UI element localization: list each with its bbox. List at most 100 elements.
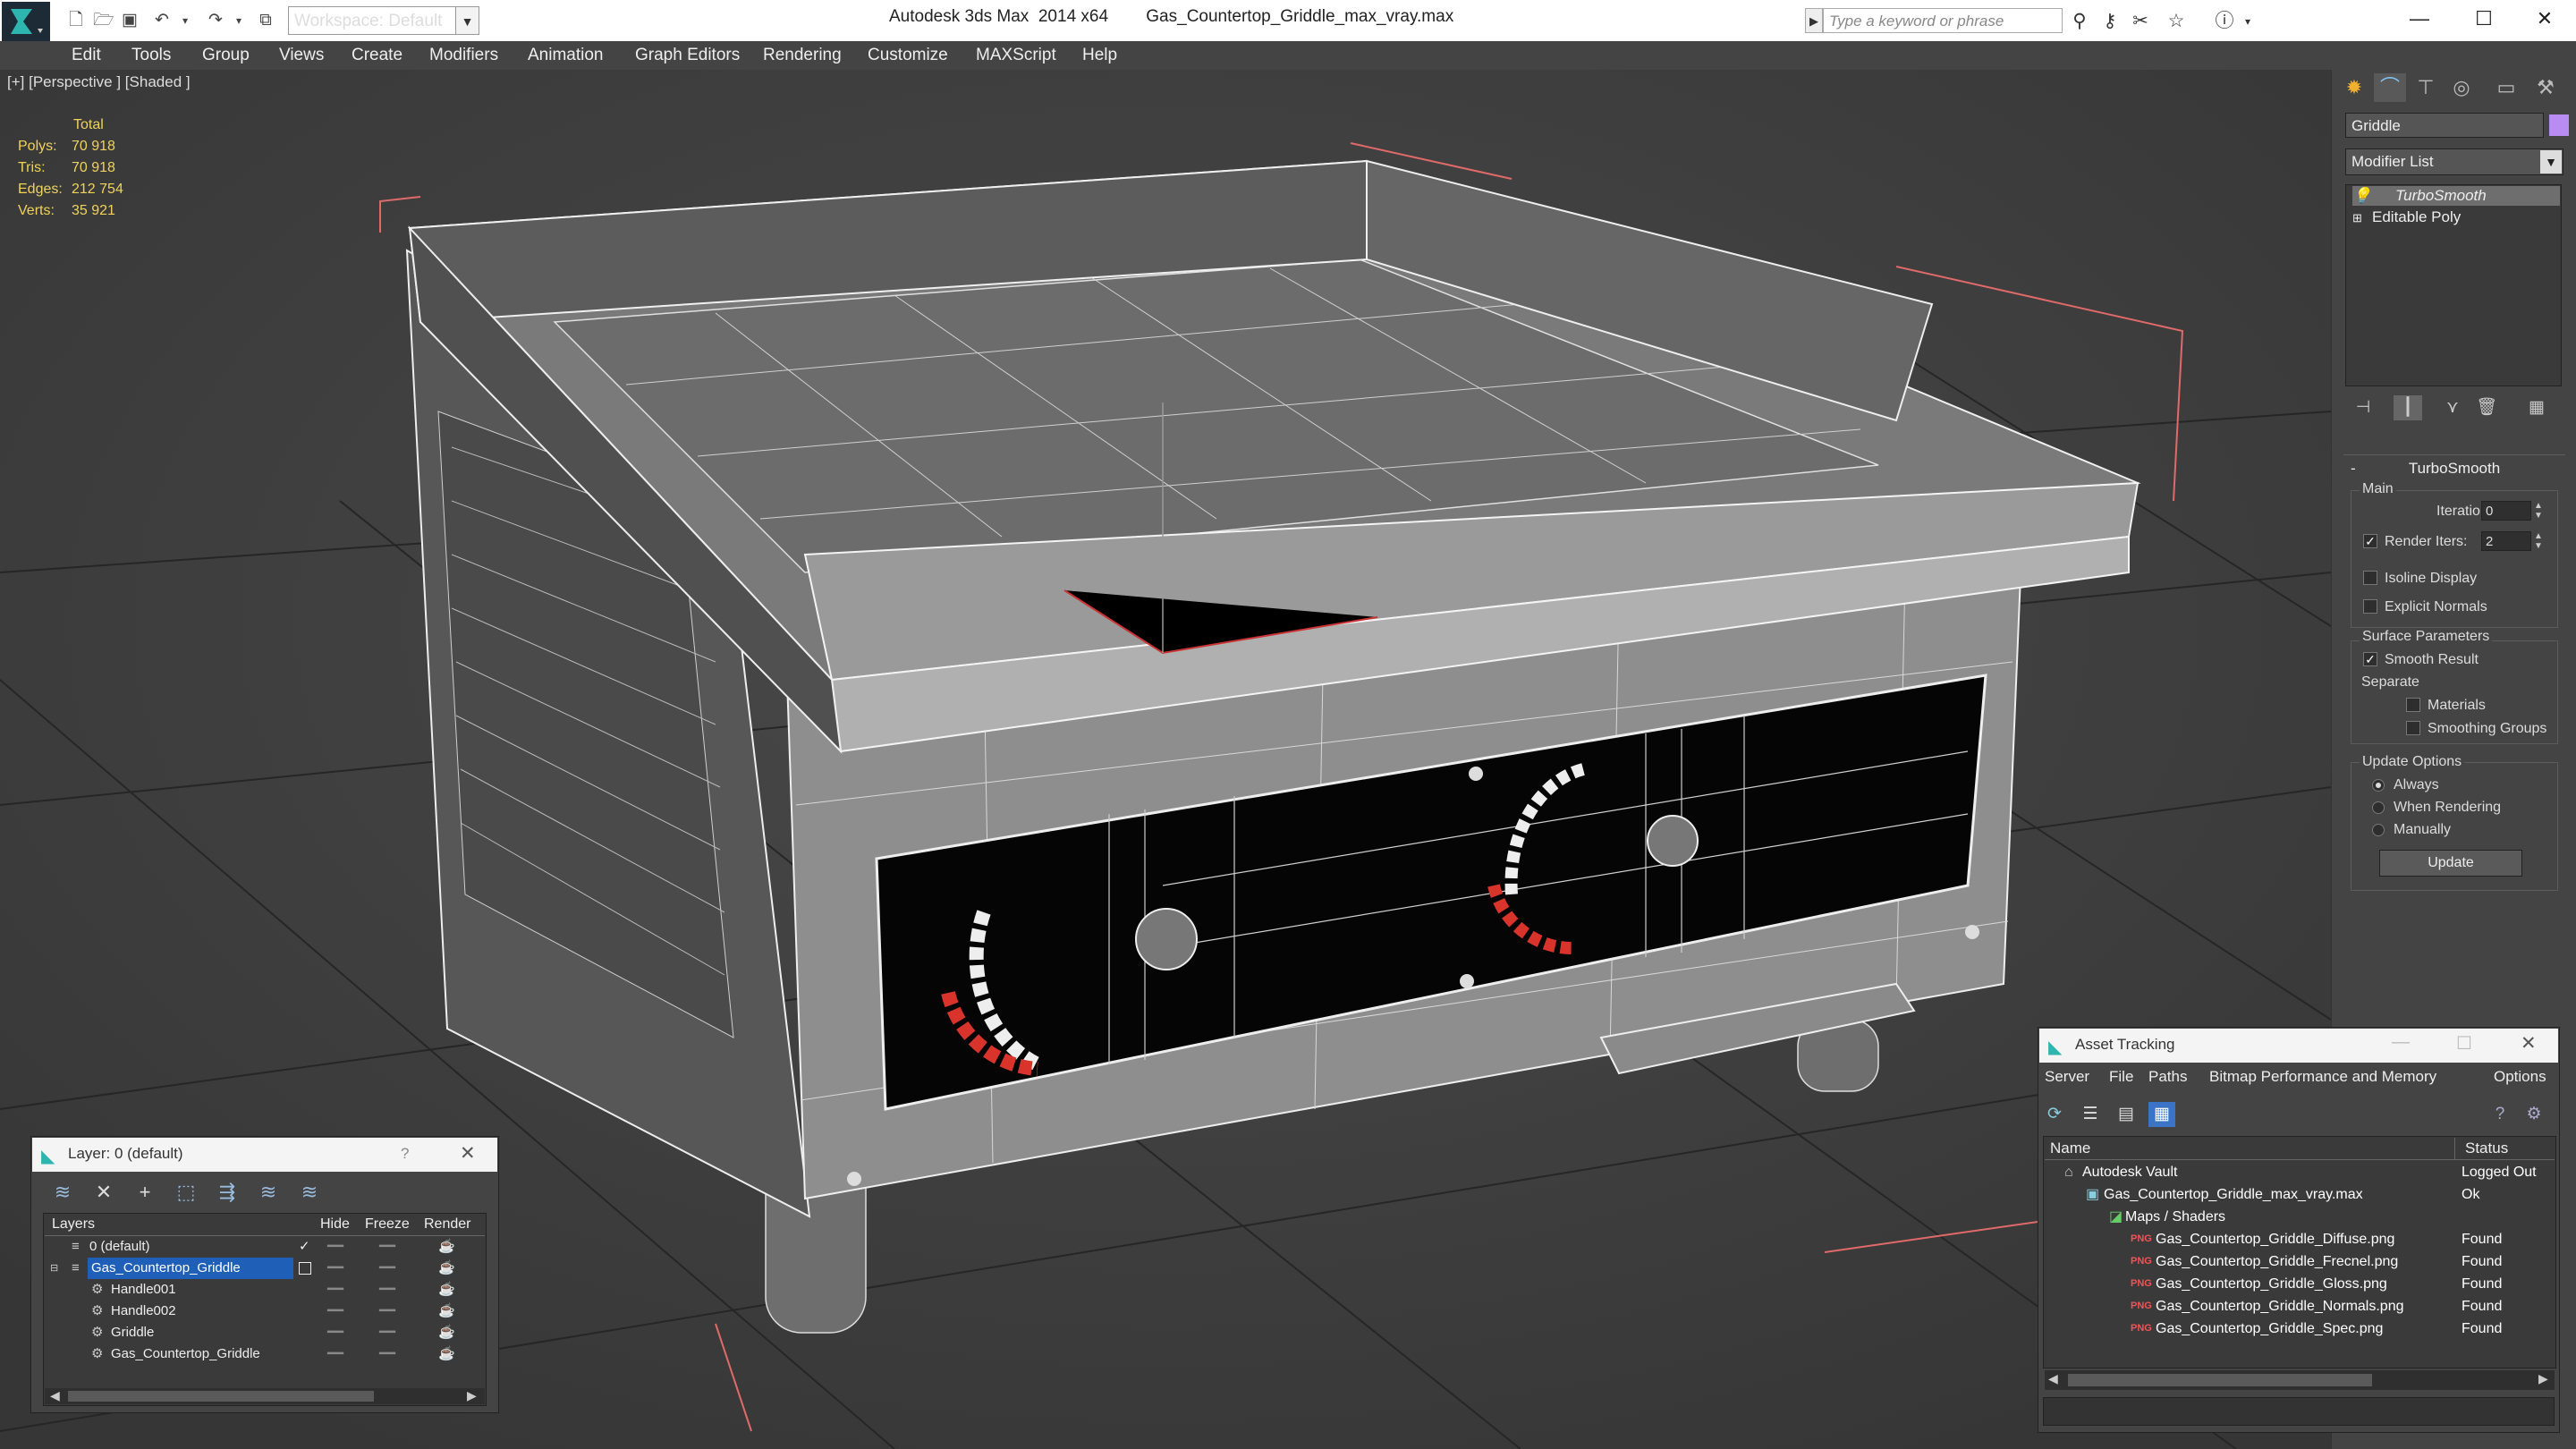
create-tab-icon[interactable]: ✹ <box>2338 73 2370 102</box>
help-dropdown-icon[interactable]: ▾ <box>2236 11 2259 32</box>
menu-edit[interactable]: Edit <box>72 41 101 70</box>
undo-dropdown-icon[interactable]: ▾ <box>175 11 195 30</box>
spinner-arrows-icon[interactable]: ▲ ▼ <box>2533 531 2544 551</box>
display-tab-icon[interactable]: ▭ <box>2490 73 2522 102</box>
asset-row[interactable]: PNG Gas_Countertop_Griddle_Frecnel.png F… <box>2045 1250 2555 1273</box>
help-icon[interactable]: ? <box>401 1145 409 1163</box>
menu-group[interactable]: Group <box>202 41 250 70</box>
column-render[interactable]: Render <box>424 1215 470 1234</box>
render-teapot-icon[interactable]: ☕ <box>438 1236 455 1258</box>
isoline-display-checkbox[interactable] <box>2363 571 2377 585</box>
hierarchy-tab-icon[interactable]: ⊤ <box>2410 73 2442 102</box>
close-icon[interactable]: ✕ <box>460 1142 476 1165</box>
layer-row[interactable]: ⚙ Griddle ━━ ━━ ☕ <box>45 1322 485 1343</box>
pin-stack-icon[interactable]: ⊣ <box>2349 395 2377 420</box>
expand-plus-icon[interactable]: ⊞ <box>2352 208 2365 228</box>
render-teapot-icon[interactable]: ☕ <box>438 1322 455 1343</box>
scrollbar-thumb[interactable] <box>2068 1374 2372 1386</box>
close-icon[interactable]: ✕ <box>2513 0 2576 38</box>
menu-create[interactable]: Create <box>352 41 402 70</box>
render-teapot-icon[interactable]: ☕ <box>438 1301 455 1322</box>
column-layers[interactable]: Layers <box>52 1215 95 1234</box>
key-icon[interactable]: ⚷ <box>2098 11 2122 32</box>
motion-tab-icon[interactable]: ◎ <box>2445 73 2478 102</box>
minimize-icon[interactable]: — <box>2392 1032 2410 1053</box>
menu-animation[interactable]: Animation <box>528 41 604 70</box>
undo-icon[interactable]: ↶ <box>152 11 172 30</box>
asset-row[interactable]: PNG Gas_Countertop_Griddle_Normals.png F… <box>2045 1295 2555 1318</box>
help-icon[interactable]: ⓘ <box>2213 11 2236 32</box>
iterations-spinner[interactable]: 0 <box>2481 501 2531 521</box>
layer-row[interactable]: ⊟ ≡ Gas_Countertop_Griddle ━━ ━━ ☕ <box>45 1258 485 1279</box>
favorites-star-icon[interactable]: ☆ <box>2165 11 2188 32</box>
layer-row[interactable]: ⚙ Handle001 ━━ ━━ ☕ <box>45 1279 485 1301</box>
layer-window-titlebar[interactable]: ◣ Layer: 0 (default) ? ✕ <box>32 1138 497 1172</box>
asset-row[interactable]: PNG Gas_Countertop_Griddle_Spec.png Foun… <box>2045 1318 2555 1340</box>
chevron-down-icon[interactable]: ▼ <box>2540 150 2562 174</box>
settings-icon[interactable]: ⚙ <box>2521 1102 2547 1127</box>
remove-modifier-icon[interactable]: 🗑 <box>2472 395 2501 420</box>
highlight-selected-icon[interactable]: ⇶ <box>213 1179 242 1206</box>
modifier-list-dropdown[interactable]: Modifier List <box>2345 148 2563 175</box>
menu-server[interactable]: Server <box>2045 1068 2089 1086</box>
binoculars-icon[interactable]: ⚲ <box>2068 11 2091 32</box>
explicit-normals-checkbox[interactable] <box>2363 599 2377 614</box>
add-to-layer-icon[interactable]: + <box>131 1179 159 1206</box>
render-iters-spinner[interactable]: 2 <box>2481 531 2531 551</box>
asset-row[interactable]: PNG Gas_Countertop_Griddle_Gloss.png Fou… <box>2045 1273 2555 1295</box>
detail-view-icon[interactable]: ▤ <box>2113 1102 2140 1127</box>
open-file-icon[interactable]: 🗁 <box>93 11 114 30</box>
menu-bitmap-performance[interactable]: Bitmap Performance and Memory <box>2209 1068 2436 1086</box>
utilities-tab-icon[interactable]: ⚒ <box>2529 73 2562 102</box>
layer-row[interactable]: ≡ 0 (default) ✓ ━━ ━━ ☕ <box>45 1236 485 1258</box>
hide-all-icon[interactable]: ≋ <box>254 1179 283 1206</box>
smoothing-groups-checkbox[interactable] <box>2406 721 2420 735</box>
menu-file[interactable]: File <box>2109 1068 2133 1086</box>
select-highlighted-icon[interactable]: ⬚ <box>172 1179 200 1206</box>
column-hide[interactable]: Hide <box>320 1215 350 1234</box>
layer-row[interactable]: ⚙ Gas_Countertop_Griddle ━━ ━━ ☕ <box>45 1343 485 1365</box>
menu-rendering[interactable]: Rendering <box>763 41 842 70</box>
object-name-field[interactable]: Griddle <box>2345 113 2544 138</box>
column-freeze[interactable]: Freeze <box>365 1215 410 1234</box>
configure-sets-icon[interactable]: ▦ <box>2522 395 2551 420</box>
rollout-turbosmooth[interactable]: - TurboSmooth <box>2345 458 2563 479</box>
expand-minus-icon[interactable]: ⊟ <box>50 1258 58 1279</box>
spinner-arrows-icon[interactable]: ▲ ▼ <box>2533 501 2544 521</box>
chevron-down-icon[interactable]: ▼ <box>456 6 479 35</box>
table-view-icon[interactable]: ▦ <box>2148 1102 2175 1127</box>
project-folder-icon[interactable]: ⧉ <box>256 11 275 30</box>
asset-row[interactable]: ◪ Maps / Shaders <box>2045 1206 2555 1228</box>
layer-row[interactable]: ⚙ Handle002 ━━ ━━ ☕ <box>45 1301 485 1322</box>
scroll-right-icon[interactable]: ▶ <box>2538 1371 2548 1386</box>
make-unique-icon[interactable]: ⋎ <box>2438 395 2467 420</box>
delete-layer-icon[interactable]: ✕ <box>89 1179 118 1206</box>
modify-tab-icon[interactable]: ⌒ <box>2374 73 2406 102</box>
scroll-left-icon[interactable]: ◀ <box>50 1388 60 1403</box>
materials-checkbox[interactable] <box>2406 698 2420 712</box>
column-name[interactable]: Name <box>2050 1138 2090 1159</box>
new-file-icon[interactable]: 🗋 <box>66 11 86 30</box>
redo-dropdown-icon[interactable]: ▾ <box>229 11 249 30</box>
freeze-all-icon[interactable]: ≋ <box>295 1179 324 1206</box>
maximize-icon[interactable]: ☐ <box>2456 1032 2472 1055</box>
maximize-icon[interactable]: ☐ <box>2453 0 2515 38</box>
menu-modifiers[interactable]: Modifiers <box>429 41 498 70</box>
refresh-icon[interactable]: ⟳ <box>2041 1102 2068 1127</box>
asset-path-field[interactable] <box>2043 1397 2555 1426</box>
stack-item-turbosmooth[interactable]: 💡 TurboSmooth <box>2352 186 2560 206</box>
column-status[interactable]: Status <box>2465 1138 2508 1159</box>
asset-row[interactable]: ▣ Gas_Countertop_Griddle_max_vray.max Ok <box>2045 1183 2555 1206</box>
scroll-right-icon[interactable]: ▶ <box>467 1388 477 1403</box>
asset-window-titlebar[interactable]: ◣ Asset Tracking — ☐ ✕ <box>2039 1029 2558 1063</box>
minimize-icon[interactable]: — <box>2388 0 2451 38</box>
menu-paths[interactable]: Paths <box>2148 1068 2187 1086</box>
menu-tools[interactable]: Tools <box>131 41 171 70</box>
menu-graph-editors[interactable]: Graph Editors <box>635 41 740 70</box>
set-current-layer-box[interactable] <box>299 1262 311 1275</box>
create-layer-icon[interactable]: ≋ <box>48 1179 77 1206</box>
scrollbar-thumb[interactable] <box>68 1391 374 1402</box>
menu-customize[interactable]: Customize <box>868 41 948 70</box>
object-color-swatch[interactable] <box>2549 114 2569 136</box>
show-end-result-icon[interactable]: ┃ <box>2394 395 2422 420</box>
